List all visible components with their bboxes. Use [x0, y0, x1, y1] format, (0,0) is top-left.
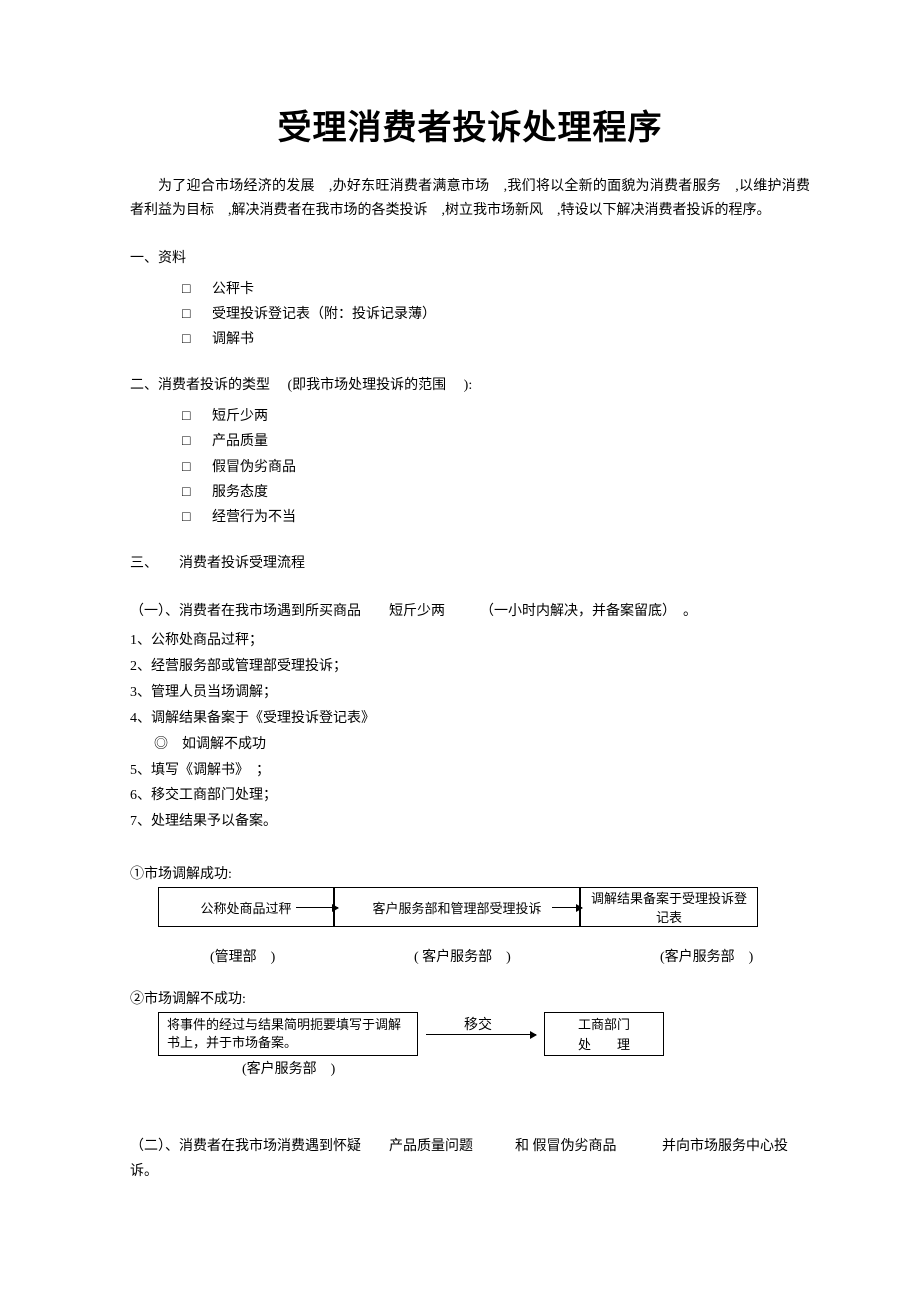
- list-item: 短斤少两: [182, 404, 810, 429]
- list-item: 产品质量: [182, 429, 810, 454]
- list-item: 假冒伪劣商品: [182, 455, 810, 480]
- flow2-arrow-label: 移交: [464, 1014, 492, 1034]
- list-item: 受理投诉登记表（附：投诉记录薄）: [182, 302, 810, 327]
- section-2-head: 二、消费者投诉的类型 (即我市场处理投诉的范围 ):: [130, 374, 810, 394]
- flow2-box-right-line2: 处 理: [545, 1035, 663, 1055]
- flow1-box-3: 调解结果备案于受理投诉登记表: [580, 887, 758, 927]
- intro-paragraph: 为了迎合市场经济的发展 ,办好东旺消费者满意市场 ,我们将以全新的面貌为消费者服…: [130, 175, 810, 223]
- step-item: 3、管理人员当场调解；: [130, 680, 810, 706]
- flow1-caption-1: (管理部 ): [210, 946, 275, 966]
- section-1-list: 公秤卡 受理投诉登记表（附：投诉记录薄） 调解书: [130, 277, 810, 353]
- flow2-box-right-line1: 工商部门: [545, 1015, 663, 1035]
- subsection-2-head: （二）、消费者在我市场消费遇到怀疑 产品质量问题 和 假冒伪劣商品 并向市场服务…: [130, 1134, 810, 1184]
- section-1-head: 一、资料: [130, 247, 810, 267]
- step-item: 5、填写《调解书》 ；: [130, 758, 810, 784]
- step-item: 6、移交工商部门处理；: [130, 783, 810, 809]
- arrow-icon: [426, 1034, 536, 1035]
- section-3-head: 三、 消费者投诉受理流程: [130, 552, 810, 572]
- arrow-icon: [552, 907, 582, 908]
- flow2-label: ②市场调解不成功:: [130, 988, 810, 1008]
- step-item: 1、公称处商品过秤；: [130, 628, 810, 654]
- flow1-caption-2: ( 客户服务部 ): [414, 946, 511, 966]
- step-item: 7、处理结果予以备案。: [130, 809, 810, 835]
- list-item: 服务态度: [182, 480, 810, 505]
- flow-diagram-1: 公称处商品过秤 客户服务部和管理部受理投诉 调解结果备案于受理投诉登记表: [158, 887, 810, 942]
- flow-diagram-2: 将事件的经过与结果简明扼要填写于调解书上，并于市场备案。 (客户服务部 ) 移交…: [158, 1012, 810, 1084]
- section-2-list: 短斤少两 产品质量 假冒伪劣商品 服务态度 经营行为不当: [130, 404, 810, 530]
- step-list: 1、公称处商品过秤； 2、经营服务部或管理部受理投诉； 3、管理人员当场调解； …: [130, 628, 810, 835]
- flow1-box-2: 客户服务部和管理部受理投诉: [334, 887, 580, 927]
- step-item-note: ◎ 如调解不成功: [130, 732, 810, 758]
- step-item: 2、经营服务部或管理部受理投诉；: [130, 654, 810, 680]
- list-item: 经营行为不当: [182, 505, 810, 530]
- flow2-box-left: 将事件的经过与结果简明扼要填写于调解书上，并于市场备案。: [158, 1012, 418, 1056]
- subsection-1-head: （一）、消费者在我市场遇到所买商品 短斤少两 （一小时内解决，并备案留底） 。: [130, 600, 810, 620]
- flow2-caption-left: (客户服务部 ): [242, 1058, 335, 1078]
- list-item: 调解书: [182, 327, 810, 352]
- page-title: 受理消费者投诉处理程序: [130, 100, 810, 149]
- flow2-box-right: 工商部门 处 理: [544, 1012, 664, 1056]
- flow1-label: ①市场调解成功:: [130, 863, 810, 883]
- arrow-icon: [296, 907, 338, 908]
- list-item: 公秤卡: [182, 277, 810, 302]
- flow1-caption-3: (客户服务部 ): [660, 946, 753, 966]
- step-item: 4、调解结果备案于《受理投诉登记表》: [130, 706, 810, 732]
- flow1-captions: (管理部 ) ( 客户服务部 ) (客户服务部 ): [158, 946, 810, 968]
